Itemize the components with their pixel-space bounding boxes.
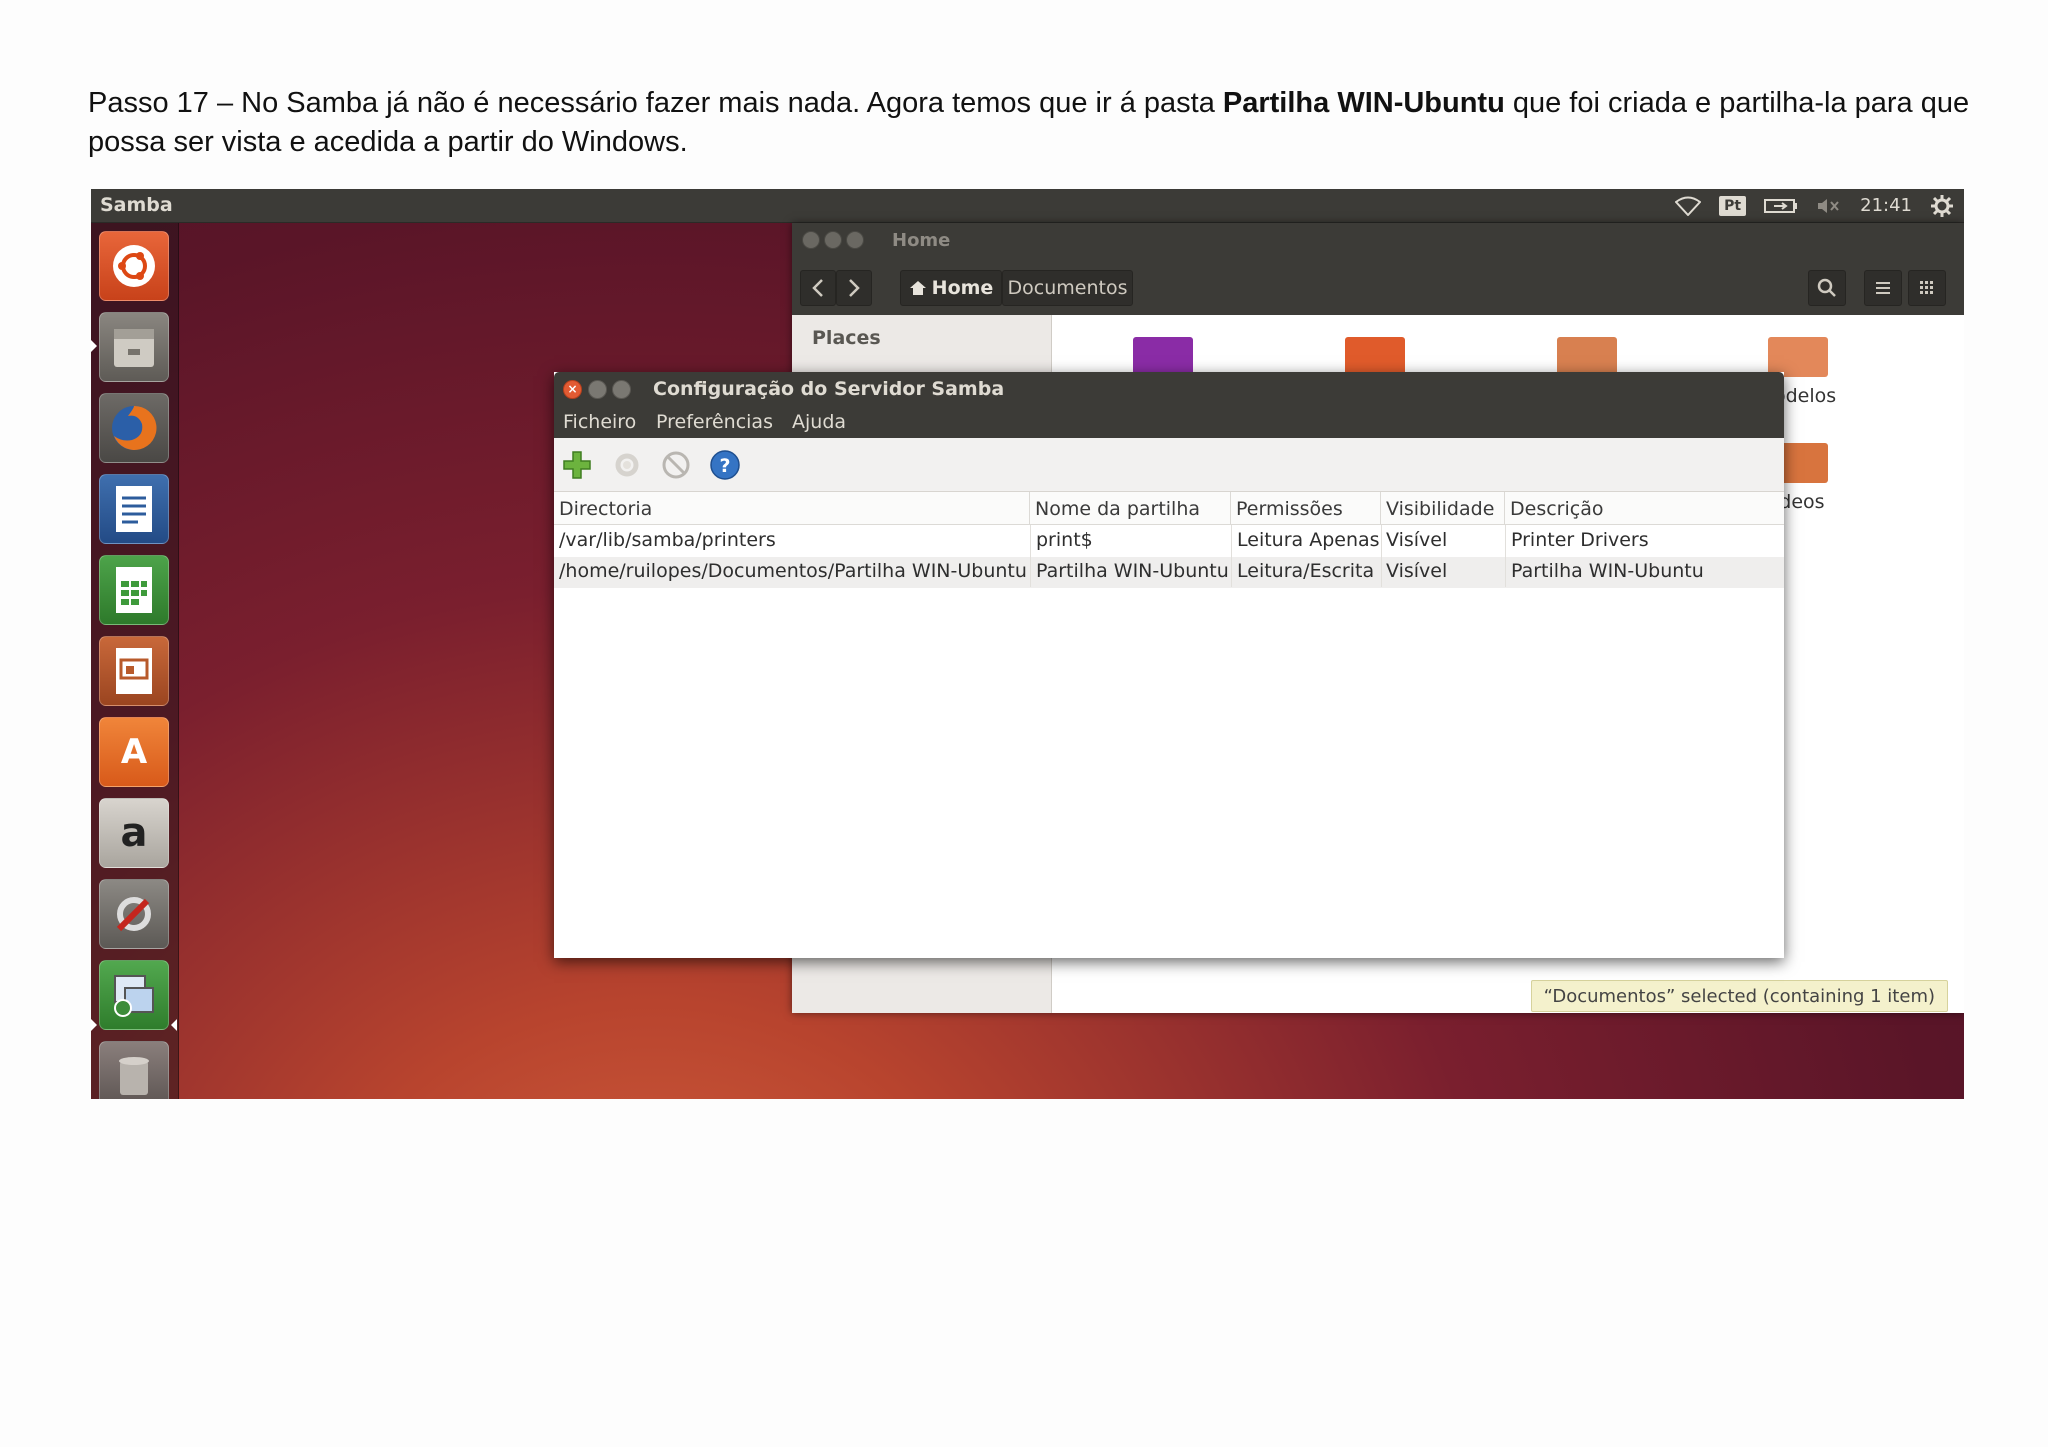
row-permissoes: Leitura Apenas xyxy=(1237,529,1379,551)
table-row[interactable]: /var/lib/samba/printers print$ Leitura A… xyxy=(554,526,1784,557)
wifi-icon[interactable] xyxy=(1675,196,1702,216)
samba-menubar: Ficheiro Preferências Ajuda xyxy=(554,406,1784,438)
places-heading: Places xyxy=(812,327,881,349)
samba-config-icon[interactable] xyxy=(99,960,169,1030)
row-nome-partilha: print$ xyxy=(1036,529,1093,551)
menu-icon xyxy=(1876,282,1890,294)
libreoffice-impress-icon[interactable] xyxy=(99,636,169,706)
help-button[interactable]: ? xyxy=(708,448,741,481)
file-manager-titlebar: Home xyxy=(792,223,1964,258)
unity-launcher: A a xyxy=(91,223,179,1099)
menu-ajuda[interactable]: Ajuda xyxy=(792,411,846,433)
desktop-screenshot: Samba Pt 21:41 A a Home Home Documentos … xyxy=(91,189,1964,1099)
column-header-descricao[interactable]: Descrição xyxy=(1505,492,1784,525)
search-icon xyxy=(1817,278,1836,297)
minimize-button[interactable] xyxy=(588,380,607,399)
chevron-right-icon xyxy=(849,279,860,297)
battery-icon[interactable] xyxy=(1764,197,1798,215)
delete-share-button[interactable] xyxy=(659,448,692,481)
forward-button[interactable] xyxy=(836,270,872,306)
ubuntu-software-center-icon[interactable]: A xyxy=(99,717,169,787)
search-button[interactable] xyxy=(1808,270,1846,306)
documents-folder-icon[interactable] xyxy=(1345,337,1405,377)
column-divider xyxy=(1030,525,1031,587)
home-icon xyxy=(909,281,926,295)
column-divider xyxy=(1381,525,1382,587)
libreoffice-calc-icon[interactable] xyxy=(99,555,169,625)
share-properties-button[interactable] xyxy=(610,448,643,481)
path-home-label: Home xyxy=(931,277,994,299)
minimize-button[interactable] xyxy=(824,231,842,249)
selection-status: “Documentos” selected (containing 1 item… xyxy=(1530,980,1948,1012)
samba-config-window: × Configuração do Servidor Samba Ficheir… xyxy=(554,372,1784,958)
list-view-button[interactable] xyxy=(1864,270,1902,306)
row-directoria: /var/lib/samba/printers xyxy=(559,529,776,551)
ubuntu-dash-icon[interactable] xyxy=(99,231,169,301)
system-tray: Pt 21:41 xyxy=(1675,192,1954,219)
chevron-left-icon xyxy=(812,279,823,297)
back-button[interactable] xyxy=(800,270,836,306)
templates-folder-icon[interactable] xyxy=(1768,337,1828,377)
column-divider xyxy=(1505,525,1506,587)
shares-table: Directoria Nome da partilha Permissões V… xyxy=(554,492,1784,958)
menu-ficheiro[interactable]: Ficheiro xyxy=(563,411,636,433)
file-manager-title: Home xyxy=(892,230,951,251)
plus-icon xyxy=(562,450,591,479)
clock[interactable]: 21:41 xyxy=(1860,195,1912,216)
row-nome-partilha: Partilha WIN-Ubuntu xyxy=(1036,560,1229,582)
top-panel: Samba Pt 21:41 xyxy=(91,189,1964,223)
path-documentos-label: Documentos xyxy=(1007,277,1128,299)
row-visibilidade: Visível xyxy=(1386,560,1448,582)
gear-icon[interactable] xyxy=(1930,194,1954,218)
path-home-button[interactable]: Home xyxy=(900,270,1002,306)
row-visibilidade: Visível xyxy=(1386,529,1448,551)
row-descricao: Printer Drivers xyxy=(1511,529,1649,551)
running-indicator xyxy=(91,1019,97,1031)
keyboard-layout-indicator[interactable]: Pt xyxy=(1719,195,1747,216)
add-share-button[interactable] xyxy=(560,448,593,481)
column-divider xyxy=(1231,525,1232,587)
close-button[interactable]: × xyxy=(563,380,582,399)
column-header-visibilidade[interactable]: Visibilidade xyxy=(1381,492,1505,525)
close-button[interactable] xyxy=(802,231,820,249)
system-settings-icon[interactable] xyxy=(99,879,169,949)
firefox-icon[interactable] xyxy=(99,393,169,463)
maximize-button[interactable] xyxy=(612,380,631,399)
active-app-title: Samba xyxy=(100,194,173,216)
focused-indicator xyxy=(171,1019,177,1031)
stop-icon xyxy=(662,451,689,478)
column-header-nome-partilha[interactable]: Nome da partilha xyxy=(1030,492,1231,525)
path-documentos-button[interactable]: Documentos xyxy=(1002,270,1133,306)
instruction-text-1: Passo 17 – No Samba já não é necessário … xyxy=(88,87,1223,119)
column-header-permissoes[interactable]: Permissões xyxy=(1231,492,1381,525)
svg-text:?: ? xyxy=(719,455,730,477)
instruction-bold-folder: Partilha WIN-Ubuntu xyxy=(1222,87,1505,119)
grid-icon xyxy=(1920,281,1933,294)
running-indicator xyxy=(91,340,97,352)
table-row[interactable]: /home/ruilopes/Documentos/Partilha WIN-U… xyxy=(554,557,1784,588)
row-descricao: Partilha WIN-Ubuntu xyxy=(1511,560,1704,582)
samba-window-title: Configuração do Servidor Samba xyxy=(653,378,1005,400)
instruction-paragraph: Passo 17 – No Samba já não é necessário … xyxy=(88,84,1988,162)
gear-icon xyxy=(615,453,638,476)
amazon-icon[interactable]: a xyxy=(99,798,169,868)
samba-toolbar: ? xyxy=(554,438,1784,492)
music-folder-icon[interactable] xyxy=(1133,337,1193,377)
menu-preferencias[interactable]: Preferências xyxy=(656,411,773,433)
samba-titlebar: × Configuração do Servidor Samba xyxy=(554,372,1784,406)
column-header-directoria[interactable]: Directoria xyxy=(554,492,1030,525)
libreoffice-writer-icon[interactable] xyxy=(99,474,169,544)
trash-icon[interactable] xyxy=(99,1041,169,1099)
help-icon: ? xyxy=(709,449,740,480)
grid-view-button[interactable] xyxy=(1908,270,1946,306)
file-manager-toolbar: Home Documentos xyxy=(792,258,1964,316)
volume-muted-icon[interactable] xyxy=(1816,197,1842,215)
row-permissoes: Leitura/Escrita xyxy=(1237,560,1375,582)
files-icon[interactable] xyxy=(99,312,169,382)
maximize-button[interactable] xyxy=(846,231,864,249)
pictures-folder-icon[interactable] xyxy=(1557,337,1617,377)
row-directoria: /home/ruilopes/Documentos/Partilha WIN-U… xyxy=(559,560,1027,582)
